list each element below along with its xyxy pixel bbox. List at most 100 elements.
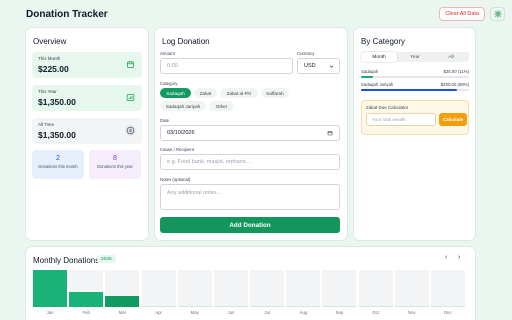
category-chip-zakat-al-fitr[interactable]: Zakat al-Fitr [220, 88, 258, 98]
stat-value: $225.00 [38, 64, 69, 74]
donations-year-count: 8 Donations this year [89, 150, 141, 179]
month-column [430, 270, 465, 307]
stat-value: $1,350.00 [38, 130, 76, 140]
stat-label: All Time [38, 122, 55, 127]
monthly-bars [33, 270, 467, 307]
overview-card: Overview This Month $225.00 This Year $1… [26, 28, 148, 240]
month-label: Mar [118, 310, 127, 315]
month-bar[interactable] [394, 306, 429, 307]
month-bar[interactable] [69, 292, 104, 307]
chart-icon [125, 92, 136, 103]
overview-title: Overview [33, 37, 67, 46]
stat-label: This Year [38, 89, 57, 94]
month-bar[interactable] [141, 306, 176, 307]
month-bar[interactable] [105, 295, 140, 307]
stat-this-month: This Month $225.00 [32, 52, 142, 78]
stat-all-time: All Time $1,350.00 $ [32, 118, 142, 144]
category-chip-sadaqah[interactable]: Sadaqah [160, 88, 191, 98]
month-column [69, 270, 104, 307]
settings-button[interactable] [490, 7, 505, 21]
category-chip-sadaqah-jariyah[interactable]: Sadaqah Jariyah [160, 101, 206, 111]
category-chip-kaffarah[interactable]: Kaffarah [261, 88, 289, 98]
month-label: Aug [299, 310, 308, 315]
category-title: By Category [361, 37, 406, 46]
category-name: Sadaqah Jariyah [361, 82, 394, 87]
by-category-card: By Category Month Year All Sadaqah $25.0… [354, 28, 475, 240]
month-bar[interactable] [33, 270, 68, 307]
date-input[interactable]: 03/10/2026 [160, 125, 340, 141]
category-bar [361, 76, 373, 78]
month-label: Oct [372, 310, 379, 315]
count-label: Donations this month [38, 164, 78, 169]
add-donation-button[interactable]: Add Donation [160, 217, 340, 233]
currency-select[interactable]: USD [297, 58, 340, 74]
month-column [358, 270, 393, 307]
category-chip-zakat[interactable]: Zakat [194, 88, 217, 98]
monthly-title: Monthly Donations [33, 256, 100, 265]
count-label: Donations this year [97, 164, 133, 169]
clear-all-data-button[interactable]: Clear All Data [439, 7, 485, 21]
month-column [250, 270, 285, 307]
month-column [177, 270, 212, 307]
month-label: Jul [264, 310, 270, 315]
cause-label: Cause / Recipient [160, 147, 194, 152]
month-bar[interactable] [250, 306, 285, 307]
month-bar[interactable] [177, 306, 212, 307]
app-title: Donation Tracker [26, 8, 108, 20]
month-label: Dec [444, 310, 452, 315]
month-label: Jan [46, 310, 54, 315]
tab-year[interactable]: Year [397, 52, 433, 62]
category-amount: $25.00 (11%) [443, 69, 469, 74]
month-label: Feb [82, 310, 90, 315]
category-name: Sadaqah [361, 69, 379, 74]
chevron-down-icon [329, 64, 334, 68]
month-bar[interactable] [430, 306, 465, 307]
monthly-donations-card: Monthly Donations 2026 ‹ › Jan Feb Mar Apr M… [26, 247, 475, 320]
calculate-button[interactable]: Calculate [439, 113, 467, 126]
month-bar[interactable] [358, 306, 393, 307]
notes-textarea[interactable]: Any additional notes... [160, 184, 340, 210]
donations-month-count: 2 Donations this month [32, 150, 84, 179]
category-label: Category [160, 81, 178, 86]
stat-label: This Month [38, 56, 61, 61]
svg-text:$: $ [129, 128, 132, 133]
zakat-calculator: Zakat Due Calculator Your total wealth C… [361, 100, 469, 135]
month-column [213, 270, 248, 307]
month-bar[interactable] [322, 306, 357, 307]
month-label: Nov [407, 310, 416, 315]
category-chip-other[interactable]: Other [209, 101, 234, 111]
next-year-button[interactable]: › [458, 254, 460, 261]
period-tabs: Month Year All [361, 52, 469, 62]
tab-month[interactable]: Month [361, 52, 397, 62]
calendar-icon[interactable] [327, 130, 333, 136]
month-label: Apr [155, 310, 162, 315]
month-column [33, 270, 68, 307]
cause-input[interactable]: e.g. Food bank, masjid, orphans... [160, 154, 340, 170]
date-label: Date [160, 118, 170, 123]
month-column [286, 270, 321, 307]
month-column [141, 270, 176, 307]
currency-value: USD [304, 63, 316, 69]
month-bar[interactable] [213, 306, 248, 307]
category-amount: $200.00 (89%) [440, 82, 469, 87]
month-label: Sep [335, 310, 344, 315]
app-header: Donation Tracker Clear All Data [0, 0, 512, 28]
month-column [322, 270, 357, 307]
category-track [361, 76, 469, 78]
prev-year-button[interactable]: ‹ [445, 254, 447, 261]
log-donation-card: Log Donation Amount 0.00 Currency USD Ca… [155, 28, 347, 240]
amount-input[interactable]: 0.00 [160, 58, 293, 74]
tab-all[interactable]: All [433, 52, 469, 62]
month-column [394, 270, 429, 307]
currency-label: Currency [297, 51, 315, 56]
count-value: 2 [56, 155, 60, 162]
log-title: Log Donation [162, 37, 210, 46]
count-value: 8 [113, 155, 117, 162]
zakat-title: Zakat Due Calculator [366, 105, 409, 110]
month-column [105, 270, 140, 307]
category-row: Sadaqah $25.00 (11%) [361, 69, 469, 79]
month-bar[interactable] [286, 306, 321, 307]
stat-this-year: This Year $1,350.00 [32, 85, 142, 111]
wealth-input[interactable]: Your total wealth [366, 113, 436, 126]
calendar-icon [125, 59, 136, 70]
